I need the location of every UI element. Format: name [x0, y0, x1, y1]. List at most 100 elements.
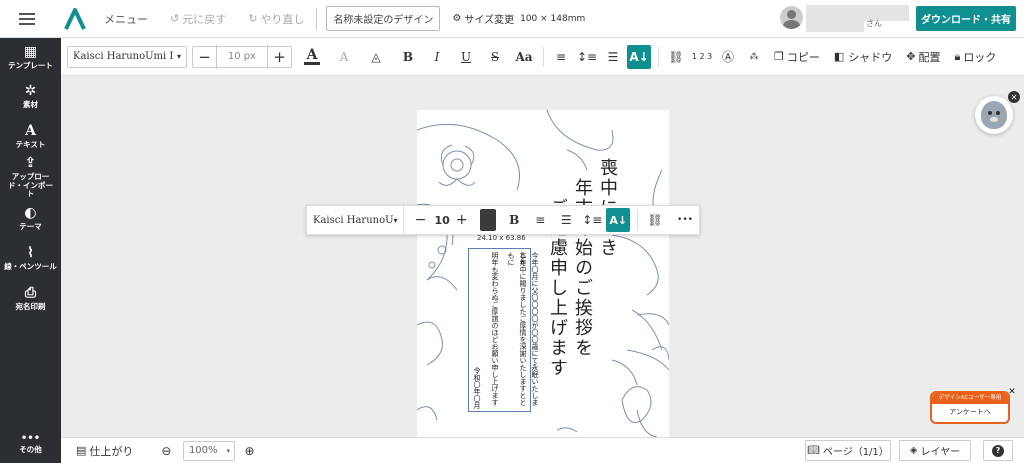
sidebar-item-upload[interactable]: ⇪ アップロード・インポート — [0, 155, 61, 199]
layer-button[interactable]: ◈ レイヤー — [899, 440, 971, 461]
gear-icon: ⚙ — [452, 13, 462, 24]
body-text-line-2: 本年中に賜りましたご厚情を深謝いたしますとともに — [507, 252, 527, 406]
redo-label: やり直し — [260, 12, 305, 26]
shadow-icon: ◧ — [833, 50, 845, 63]
zoom-out-icon[interactable]: ⊖ — [161, 444, 171, 458]
canvas-area: 喪中につき 年末年始のご挨拶を ご遠慮申し上げます 今年〇月に父〇〇〇〇が〇〇歳… — [61, 76, 1024, 437]
design-page[interactable]: 喪中につき 年末年始のご挨拶を ご遠慮申し上げます 今年〇月に父〇〇〇〇が〇〇歳… — [417, 110, 669, 437]
mascot-bear[interactable] — [975, 96, 1013, 134]
link-icon[interactable]: ⛓ — [664, 45, 688, 69]
underline-button[interactable]: U — [454, 45, 478, 69]
align-left-icon[interactable]: ≡ — [549, 45, 573, 69]
float-more-icon[interactable]: ••• — [673, 208, 697, 232]
sidebar-item-print[interactable]: ⎙ 宛名印刷 — [0, 278, 61, 318]
italic-button[interactable]: I — [425, 45, 449, 69]
hamburger-icon[interactable] — [19, 12, 35, 25]
shadow-label: シャドウ — [848, 50, 893, 64]
sidebar-item-theme[interactable]: ◐ テーマ — [0, 198, 61, 238]
dimension-label: 24.10 x 63.86 — [477, 234, 526, 242]
materials-icon: ✲ — [24, 82, 37, 99]
font-size-increase-button[interactable]: + — [267, 44, 291, 69]
sidebar-item-more[interactable]: ••• その他 — [0, 428, 61, 460]
sidebar-item-materials[interactable]: ✲ 素材 — [0, 76, 61, 116]
palette-icon: ◐ — [24, 204, 37, 221]
download-share-button[interactable]: ダウンロード・共有 — [916, 6, 1016, 31]
menu-button[interactable]: メニュー — [104, 11, 148, 27]
selected-text-box[interactable]: 今年〇月に父〇〇〇〇が〇〇歳にて永眠いたしました 本年中に賜りましたご厚情を深謝… — [468, 248, 539, 412]
zoom-value: 100% — [188, 445, 218, 456]
float-vertical-text-button[interactable]: A↓ — [606, 208, 631, 232]
logo-icon[interactable] — [64, 7, 86, 30]
copy-label: コピー — [786, 50, 820, 64]
sidebar-item-label: アップロード・インポート — [8, 172, 53, 199]
book-icon: 📖︎ — [807, 445, 820, 456]
sidebar-item-label: 宛名印刷 — [15, 301, 46, 311]
more-icon: ••• — [20, 432, 41, 444]
bold-button[interactable]: B — [396, 45, 420, 69]
text-effect-icon[interactable]: Ⓐ — [716, 45, 740, 69]
text-color-button[interactable]: A — [300, 45, 324, 69]
font-family-value: Kaisci HarunoUmi I — [73, 51, 174, 62]
float-font-select[interactable]: Kaisci HarunoUmi Regu▾ — [307, 206, 405, 234]
print-icon: ⎙ — [24, 284, 37, 301]
font-size-value[interactable]: 10 px — [217, 51, 267, 62]
body-text-line-3: 明年も変わらぬご厚誼のほどお願い申し上げます — [491, 252, 499, 406]
sidebar-item-label: テンプレート — [8, 60, 53, 70]
letter-case-button[interactable]: Aa — [512, 45, 536, 69]
float-bold-button[interactable]: B — [502, 208, 526, 232]
bottom-bar: ▤ 仕上がり ⊖ 100% ▾ ⊕ 📖︎ ページ（1/1） ◈ レイヤー ? — [61, 437, 1024, 463]
float-align-icon[interactable]: ≡ — [528, 208, 552, 232]
lock-label: ロック — [963, 50, 997, 64]
page-button[interactable]: 📖︎ ページ（1/1） — [805, 440, 891, 461]
finish-view-button[interactable]: ▤ 仕上がり — [76, 443, 133, 459]
design-name-field[interactable]: 名称未設定のデザイン — [326, 6, 441, 31]
bear-icon — [981, 101, 1007, 129]
list-icon[interactable]: ☰ — [601, 45, 625, 69]
separator — [658, 46, 659, 67]
line-spacing-icon[interactable]: ↕≡ — [575, 45, 599, 69]
arrange-button[interactable]: ✥ 配置 — [906, 45, 940, 69]
vertical-text-button[interactable]: A↓ — [627, 44, 651, 69]
float-size-decrease-button[interactable]: − — [408, 208, 432, 232]
sidebar-item-pen[interactable]: ⌇ 線・ペンツール — [0, 238, 61, 278]
user-name-box-lower — [806, 21, 864, 32]
zoom-in-icon[interactable]: ⊕ — [244, 444, 254, 458]
copy-button[interactable]: ❐ コピー — [774, 45, 820, 69]
format-toolbar: Kaisci HarunoUmi I ▾ − 10 px + A A ◬ B I … — [61, 38, 1024, 76]
resize-button[interactable]: ⚙ サイズ変更 100 × 148mm — [452, 11, 585, 26]
sidebar-item-template[interactable]: ▦ テンプレート — [0, 38, 61, 76]
mascot-close-icon[interactable]: ✕ — [1008, 91, 1020, 103]
redo-button[interactable]: ↻ やり直し — [248, 11, 304, 27]
shadow-button[interactable]: ◧ シャドウ — [834, 45, 892, 69]
font-size-decrease-button[interactable]: − — [193, 44, 217, 69]
fill-bucket-icon[interactable]: ◬ — [364, 45, 388, 69]
sidebar-item-text[interactable]: A テキスト — [0, 116, 61, 156]
undo-button[interactable]: ↺ 元に戻す — [170, 11, 226, 27]
float-spacing-icon[interactable]: ↕≡ — [580, 208, 604, 232]
float-color-swatch[interactable] — [479, 209, 497, 231]
upload-icon: ⇪ — [24, 155, 37, 172]
chevron-down-icon: ▾ — [226, 446, 230, 455]
page-label: ページ（1/1） — [822, 447, 889, 458]
sidebar-item-label: その他 — [19, 444, 42, 454]
float-list-icon[interactable]: ☰ — [554, 208, 578, 232]
text-outline-icon[interactable]: A — [332, 45, 356, 69]
text-transform-icon[interactable]: ⁂ — [742, 45, 766, 69]
lock-button[interactable]: 🔒︎ ロック — [955, 45, 997, 69]
help-button[interactable]: ? — [983, 440, 1013, 461]
sidebar-item-label: テーマ — [19, 221, 42, 231]
size-value: 100 × 148mm — [520, 13, 586, 24]
float-size-value[interactable]: 10 — [434, 214, 449, 227]
numbering-icon[interactable]: 1 2 3 — [690, 45, 714, 69]
survey-close-icon[interactable]: ✕ — [1007, 387, 1017, 397]
zoom-select[interactable]: 100% ▾ — [183, 440, 236, 461]
float-size-increase-button[interactable]: + — [450, 208, 474, 232]
survey-widget[interactable]: デザインACユーザー専用 アンケートへ — [930, 391, 1010, 424]
user-suffix: さん — [866, 19, 882, 28]
font-family-select[interactable]: Kaisci HarunoUmi I ▾ — [67, 45, 187, 68]
survey-link[interactable]: アンケートへ — [932, 404, 1008, 421]
strikethrough-button[interactable]: S — [483, 45, 507, 69]
float-font-value: Kaisci HarunoUmi Regu — [313, 214, 394, 226]
avatar[interactable] — [780, 6, 803, 29]
float-link-icon[interactable]: ⛓ — [643, 208, 667, 232]
